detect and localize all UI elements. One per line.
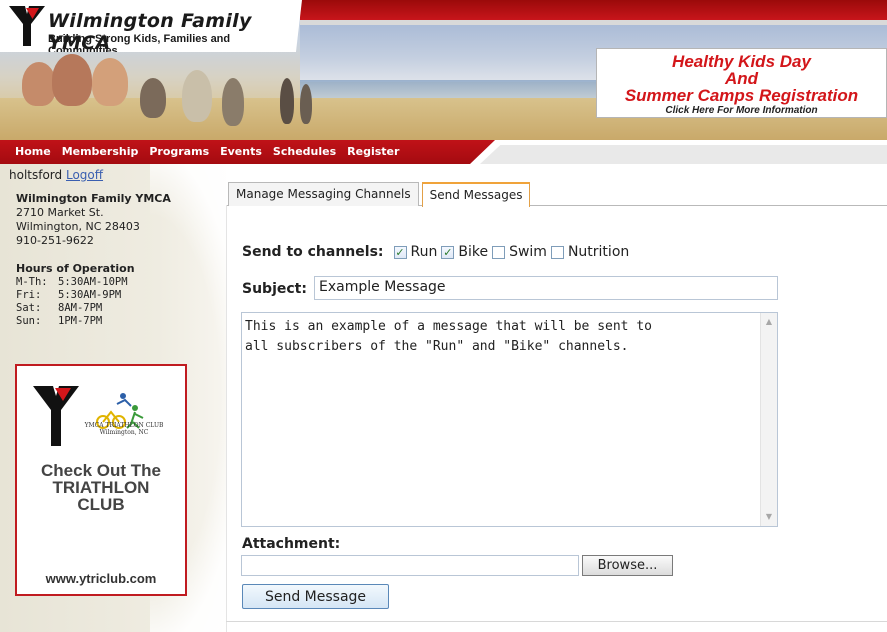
channel-label: Bike <box>458 244 489 260</box>
nav-item-schedules[interactable]: Schedules <box>273 145 336 158</box>
hours-time: 1PM-7PM <box>58 315 103 327</box>
hours-day: Sat: <box>16 302 42 314</box>
nav-decoration-inner <box>480 145 887 164</box>
promo-line-2: And <box>724 69 759 88</box>
header-grey-bar <box>300 20 887 25</box>
triathlon-ad-url: www.ytriclub.com <box>45 571 157 586</box>
attachment-label: Attachment: <box>242 536 341 552</box>
hours-day: Fri: <box>16 289 42 301</box>
nav-item-home[interactable]: Home <box>15 145 51 158</box>
ad-headline-line-1: Check Out The <box>41 461 161 480</box>
nav-item-membership[interactable]: Membership <box>62 145 139 158</box>
hours-list: M-Th: 5:30AM-10PM Fri: 5:30AM-9PM Sat: 8… <box>16 276 128 328</box>
triathlon-club-logo-icon <box>33 386 144 446</box>
logoff-link[interactable]: Logoff <box>66 168 103 182</box>
panel-border <box>226 205 227 632</box>
checkbox-unchecked-icon[interactable] <box>550 245 564 259</box>
ad-headline-line-3: CLUB <box>77 495 125 514</box>
ad-headline-line-2: TRIATHLON <box>52 478 150 497</box>
subject-label: Subject: <box>242 281 307 297</box>
header-red-bar <box>300 0 887 20</box>
username: holtsford <box>9 168 63 182</box>
org-name: Wilmington Family YMCA <box>16 192 171 205</box>
tab-send-messages[interactable]: Send Messages <box>421 182 531 207</box>
nav-item-programs[interactable]: Programs <box>149 145 209 158</box>
hours-row: M-Th: 5:30AM-10PM <box>16 276 128 289</box>
send-message-button[interactable]: Send Message <box>242 584 389 609</box>
subject-input[interactable]: Example Message <box>314 276 778 300</box>
message-text[interactable]: This is an example of a message that wil… <box>245 317 755 357</box>
banner-people-image <box>0 48 320 140</box>
triathlon-club-name-line: YMCA TRIATHLON CLUB <box>84 422 164 429</box>
browse-button[interactable]: Browse... <box>582 555 673 576</box>
hours-day: Sun: <box>16 315 42 327</box>
phone-number: 910-251-9622 <box>16 234 94 247</box>
promo-subtext: Click Here For More Information <box>665 105 818 116</box>
hours-title: Hours of Operation <box>16 262 135 275</box>
city-address: Wilmington, NC 28403 <box>16 220 140 233</box>
hours-row: Sun: 1PM-7PM <box>16 315 128 328</box>
checkbox-unchecked-icon[interactable] <box>492 245 506 259</box>
message-textarea[interactable]: This is an example of a message that wil… <box>241 312 778 527</box>
promo-banner-link[interactable]: Healthy Kids Day And Summer Camps Regist… <box>596 48 887 118</box>
channel-label: Nutrition <box>567 244 630 260</box>
nav-item-register[interactable]: Register <box>347 145 399 158</box>
user-info: holtsford Logoff <box>9 168 103 182</box>
hours-time: 5:30AM-10PM <box>58 276 128 288</box>
panel-bottom-line <box>226 621 887 622</box>
channel-label: Swim <box>509 244 547 260</box>
checkbox-checked-icon[interactable]: ✓ <box>441 245 455 259</box>
triathlon-club-ad[interactable]: YMCA TRIATHLON CLUB Wilmington, NC Check… <box>15 364 187 596</box>
attachment-file-input[interactable] <box>241 555 579 576</box>
logo-area[interactable]: Wilmington Family YMCA Building Strong K… <box>0 0 302 52</box>
channel-label: Run <box>410 244 438 260</box>
hours-time: 5:30AM-9PM <box>58 289 122 301</box>
site-header: Wilmington Family YMCA Building Strong K… <box>0 0 887 140</box>
street-address: 2710 Market St. <box>16 206 104 219</box>
hours-day: M-Th: <box>16 276 48 288</box>
channels-label: Send to channels: <box>242 244 384 260</box>
checkbox-checked-icon[interactable]: ✓ <box>393 245 407 259</box>
triathlon-ad-headline: Check Out The TRIATHLON CLUB <box>17 462 185 513</box>
triathlon-club-location: Wilmington, NC <box>99 429 149 436</box>
hours-row: Sat: 8AM-7PM <box>16 302 128 315</box>
channels-row: Send to channels: ✓ Run ✓ Bike Swim Nutr… <box>242 244 633 260</box>
scroll-up-arrow-icon[interactable]: ▲ <box>764 317 774 327</box>
triathlon-club-name: YMCA TRIATHLON CLUB Wilmington, NC <box>69 422 179 436</box>
tab-strip: Manage Messaging Channels Send Messages <box>228 182 531 207</box>
tab-manage-messaging-channels[interactable]: Manage Messaging Channels <box>228 182 419 206</box>
channel-swim-checkbox[interactable]: Swim <box>492 244 547 260</box>
channel-nutrition-checkbox[interactable]: Nutrition <box>550 244 630 260</box>
promo-line-3: Summer Camps Registration <box>624 86 859 105</box>
message-scrollbar[interactable]: ▲ ▼ <box>760 313 777 526</box>
channel-run-checkbox[interactable]: ✓ Run <box>393 244 438 260</box>
channel-bike-checkbox[interactable]: ✓ Bike <box>441 244 488 260</box>
scroll-down-arrow-icon[interactable]: ▼ <box>764 512 774 522</box>
address-block: Wilmington Family YMCA 2710 Market St. W… <box>16 192 171 248</box>
ymca-logo-icon <box>9 6 45 46</box>
hours-row: Fri: 5:30AM-9PM <box>16 289 128 302</box>
hours-time: 8AM-7PM <box>58 302 103 314</box>
promo-line-1: Healthy Kids Day <box>672 52 811 71</box>
nav-item-events[interactable]: Events <box>220 145 262 158</box>
